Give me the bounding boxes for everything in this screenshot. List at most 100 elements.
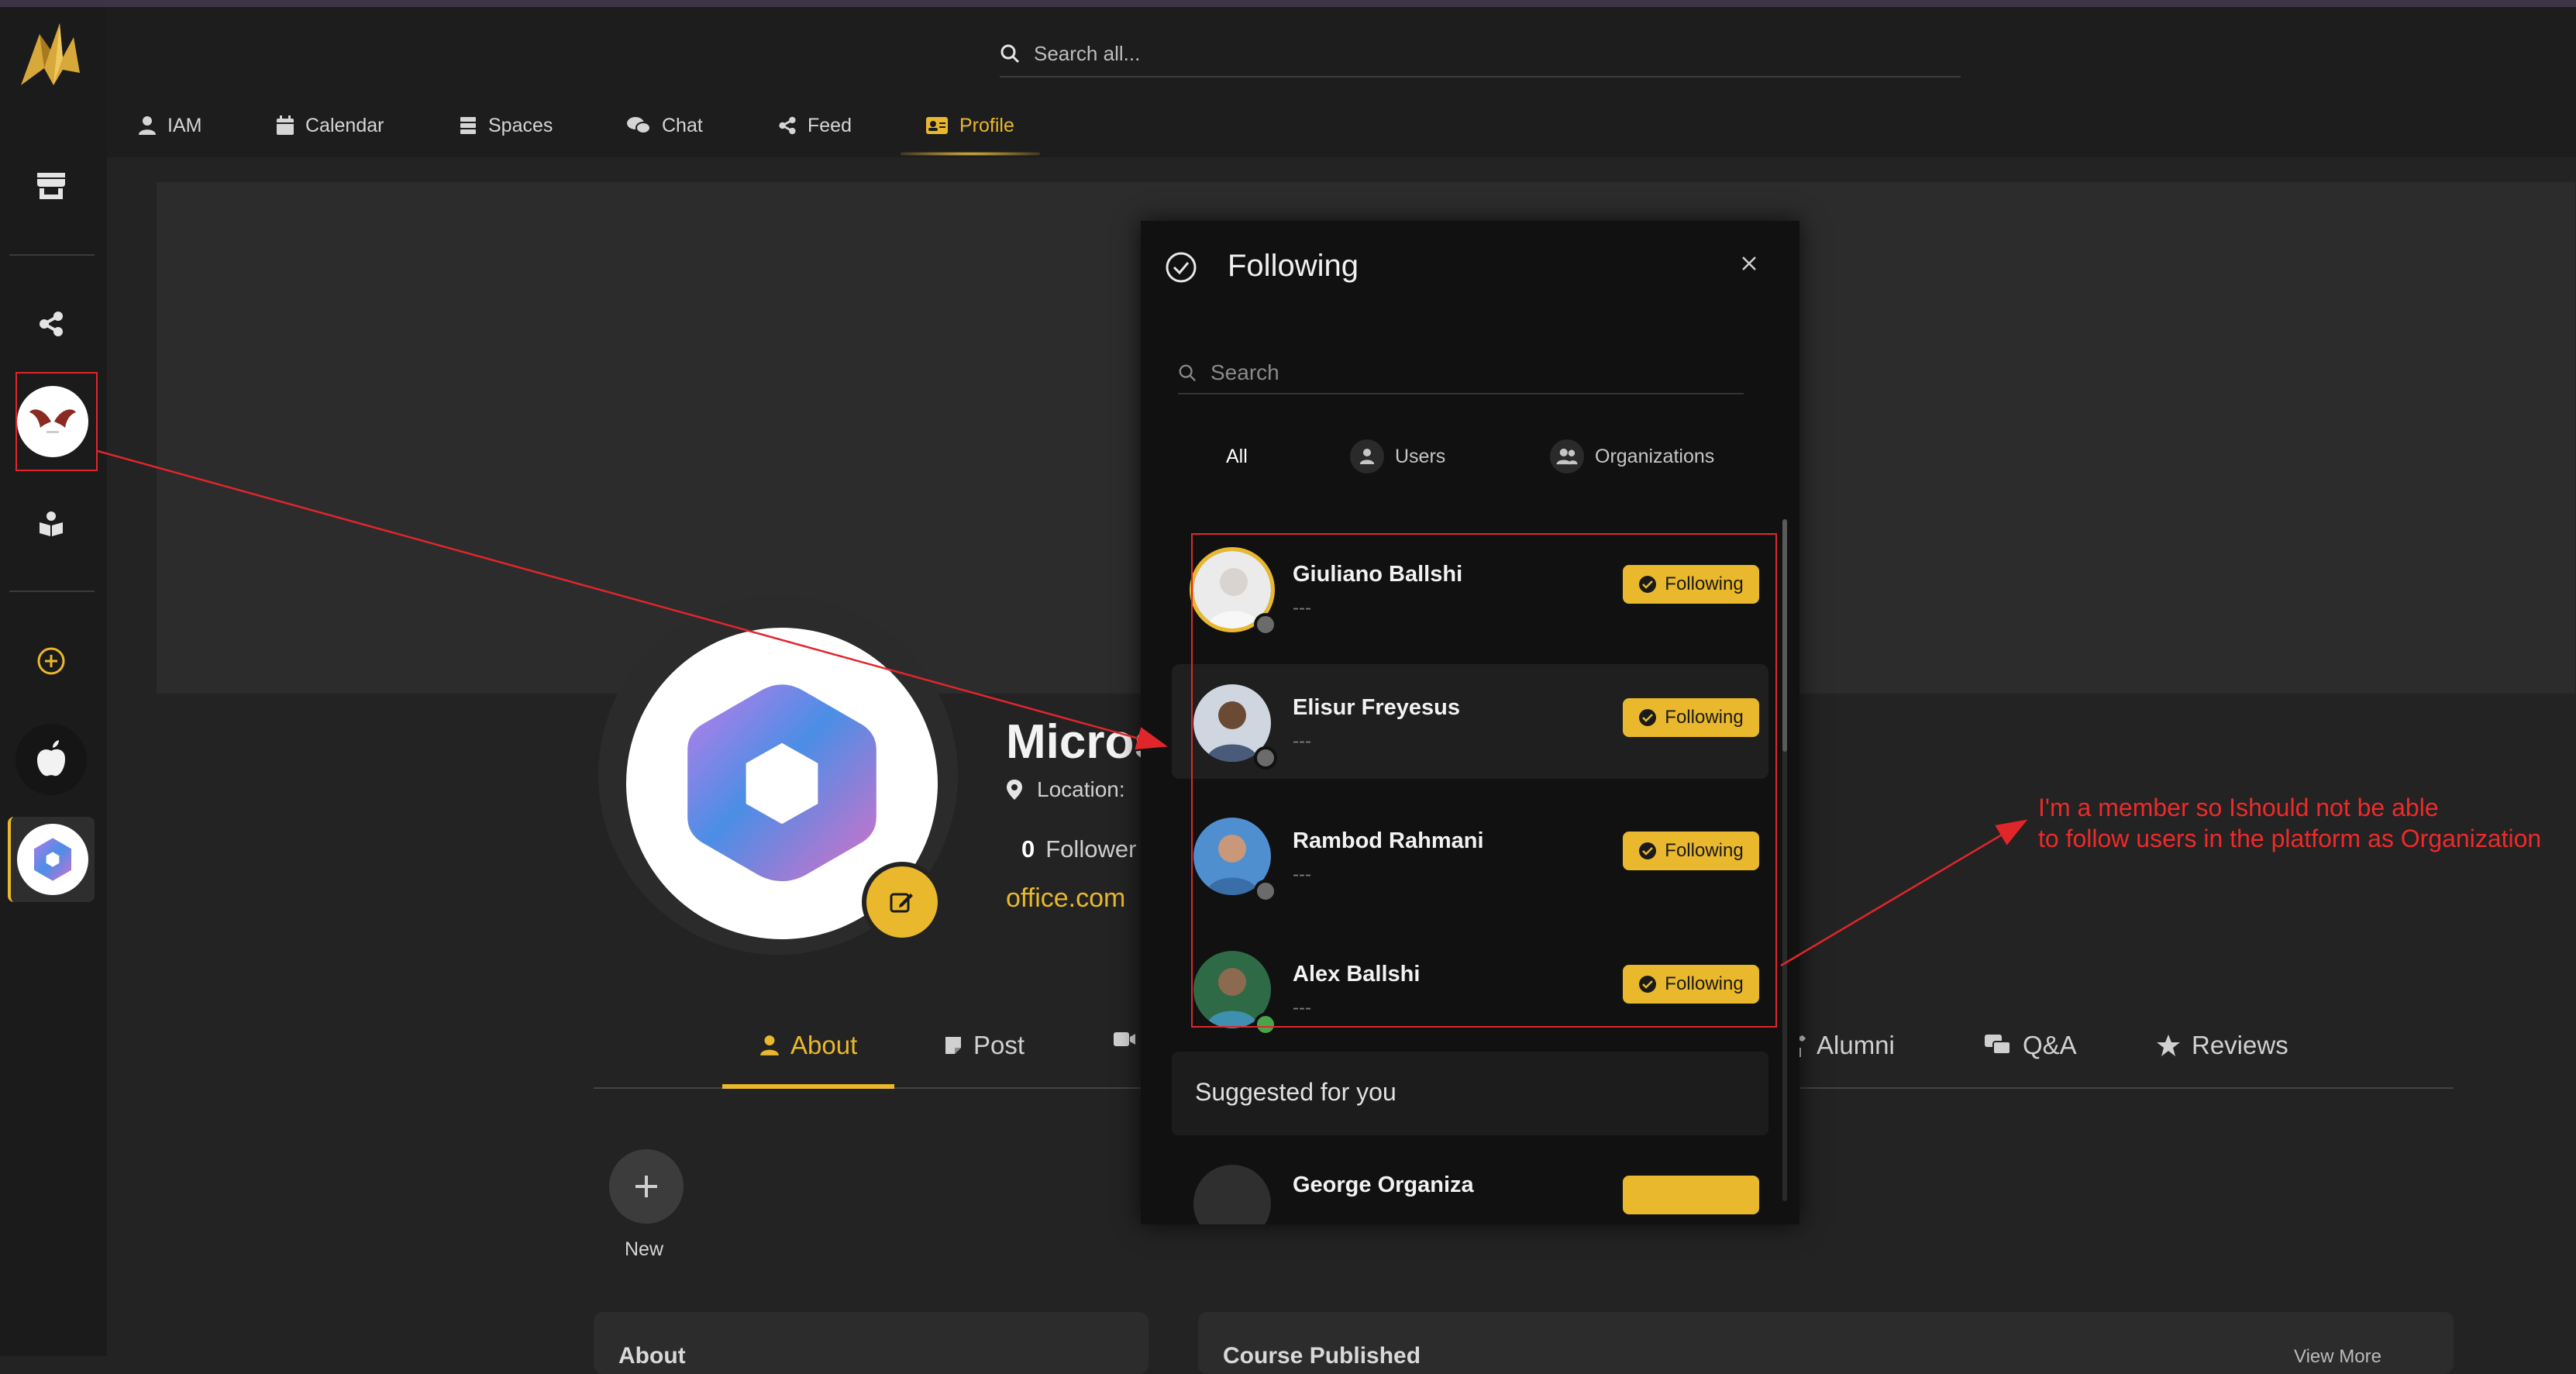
annotation-line-2: to follow users in the platform as Organ…: [2038, 825, 2542, 852]
global-search-input[interactable]: Search all...: [1034, 42, 1140, 66]
apple-org-button[interactable]: [14, 722, 88, 797]
org-followers[interactable]: 0 Follower: [1021, 835, 1136, 863]
tab-iam[interactable]: IAM: [138, 108, 201, 143]
org-website-link[interactable]: office.com: [1006, 883, 1125, 914]
note-icon: [945, 1037, 961, 1054]
tab-calendar[interactable]: Calendar: [276, 108, 384, 143]
tab-feed-label: Feed: [808, 114, 852, 136]
star-icon: [2157, 1035, 2180, 1056]
annotation-note: I'm a member so Ishould not be able to f…: [2038, 792, 2576, 854]
app-logo[interactable]: [15, 19, 85, 90]
logo-icon: [21, 23, 80, 85]
profile-tab-qa-label: Q&A: [2023, 1031, 2077, 1059]
copilot-logo-icon: [34, 838, 71, 881]
microsoft-org-button[interactable]: [8, 817, 95, 902]
profile-tab-alumni[interactable]: Alumni: [1795, 1031, 1895, 1060]
annotation-box-member-avatar: [15, 372, 98, 471]
qa-icon: [1985, 1035, 2011, 1055]
avatar: [1193, 1165, 1271, 1224]
course-published-title: Course Published: [1223, 1343, 1421, 1369]
calendar-icon: [277, 115, 294, 135]
modal-search-input[interactable]: Search: [1211, 360, 1279, 385]
location-pin-icon: [1007, 780, 1022, 800]
suggested-item[interactable]: George Organiza: [1172, 1159, 1768, 1224]
modal-search[interactable]: Search: [1178, 353, 1744, 394]
close-icon[interactable]: [1741, 255, 1758, 272]
user-icon: [760, 1035, 779, 1055]
tab-iam-label: IAM: [167, 114, 202, 136]
profile-tab-qa[interactable]: Q&A: [1984, 1031, 2077, 1060]
share-icon: [40, 312, 63, 336]
active-tab-indicator: [901, 152, 1040, 156]
video-icon: [1114, 1032, 1135, 1046]
followers-label: Follower: [1045, 835, 1137, 863]
chat-icon: [627, 117, 651, 134]
profile-tab-alumni-label: Alumni: [1817, 1031, 1895, 1059]
book-reader-icon: [40, 511, 63, 536]
org-location: Location:: [1006, 777, 1125, 802]
profile-tab-about-label: About: [790, 1031, 858, 1059]
org-location-label: Location:: [1037, 777, 1125, 801]
rail-divider: [9, 591, 95, 592]
apple-icon: [37, 740, 65, 777]
suggested-section-header: Suggested for you: [1172, 1052, 1768, 1135]
tab-chat[interactable]: Chat: [626, 108, 703, 143]
new-item-label: New: [625, 1238, 664, 1260]
plus-circle-icon: [37, 647, 65, 675]
global-search[interactable]: Search all...: [1000, 31, 1961, 77]
plus-icon: [635, 1176, 657, 1197]
store-button[interactable]: [23, 163, 79, 209]
about-card-title: About: [618, 1343, 686, 1369]
modal-tab-users-label: Users: [1395, 445, 1446, 467]
edit-avatar-button[interactable]: [862, 862, 942, 942]
user-icon: [1350, 439, 1384, 473]
store-icon: [37, 173, 65, 199]
view-more-link[interactable]: View More: [2294, 1346, 2381, 1368]
modal-tab-all[interactable]: All: [1226, 438, 1248, 475]
new-item-button[interactable]: [609, 1149, 684, 1224]
profile-tab-active-indicator: [722, 1084, 894, 1089]
suggested-item-name: George Organiza: [1293, 1173, 1474, 1197]
feed-rail-button[interactable]: [23, 304, 79, 344]
followers-count: 0: [1021, 835, 1035, 863]
modal-tab-organizations[interactable]: Organizations: [1550, 438, 1714, 475]
follow-button[interactable]: [1623, 1176, 1759, 1214]
suggested-label: Suggested for you: [1195, 1078, 1396, 1106]
add-space-button[interactable]: [23, 639, 79, 683]
check-circle-icon: [1166, 252, 1197, 283]
search-icon: [1000, 44, 1020, 64]
window-top-strip: [0, 0, 2576, 7]
profile-tab-reviews[interactable]: Reviews: [2156, 1031, 2288, 1060]
copilot-logo-icon: [687, 684, 876, 882]
org-name: Micros: [1006, 715, 1161, 769]
tab-chat-label: Chat: [662, 114, 703, 136]
edit-icon: [890, 893, 913, 913]
modal-tab-users[interactable]: Users: [1350, 438, 1445, 475]
modal-title: Following: [1228, 249, 1359, 283]
share-icon: [779, 116, 796, 135]
modal-tab-organizations-label: Organizations: [1595, 445, 1715, 467]
microsoft-org-avatar: [17, 824, 88, 895]
apple-org-avatar: [15, 724, 87, 795]
learning-rail-button[interactable]: [23, 502, 79, 546]
profile-tab-about[interactable]: About: [759, 1031, 857, 1060]
annotation-box-following-list: [1191, 533, 1777, 1028]
rail-divider: [9, 254, 95, 256]
tab-feed[interactable]: Feed: [778, 108, 852, 143]
modal-tab-all-label: All: [1226, 445, 1248, 467]
search-icon: [1179, 364, 1196, 381]
tab-spaces[interactable]: Spaces: [459, 108, 553, 143]
user-icon: [139, 116, 156, 135]
tab-profile[interactable]: Profile: [925, 108, 1014, 143]
profile-tab-reviews-label: Reviews: [2192, 1031, 2288, 1059]
tab-spaces-label: Spaces: [488, 114, 553, 136]
scrollbar-thumb[interactable]: [1782, 519, 1787, 752]
modal-scrollbar[interactable]: [1782, 519, 1787, 1201]
annotation-line-1: I'm a member so Ishould not be able: [2038, 794, 2439, 821]
profile-tab-video[interactable]: [1113, 1031, 1136, 1048]
profile-tab-post-label: Post: [973, 1031, 1025, 1059]
users-icon: [1550, 439, 1584, 473]
profile-tab-post[interactable]: Post: [944, 1031, 1025, 1060]
about-card: About: [594, 1312, 1149, 1374]
tab-profile-label: Profile: [959, 114, 1014, 136]
